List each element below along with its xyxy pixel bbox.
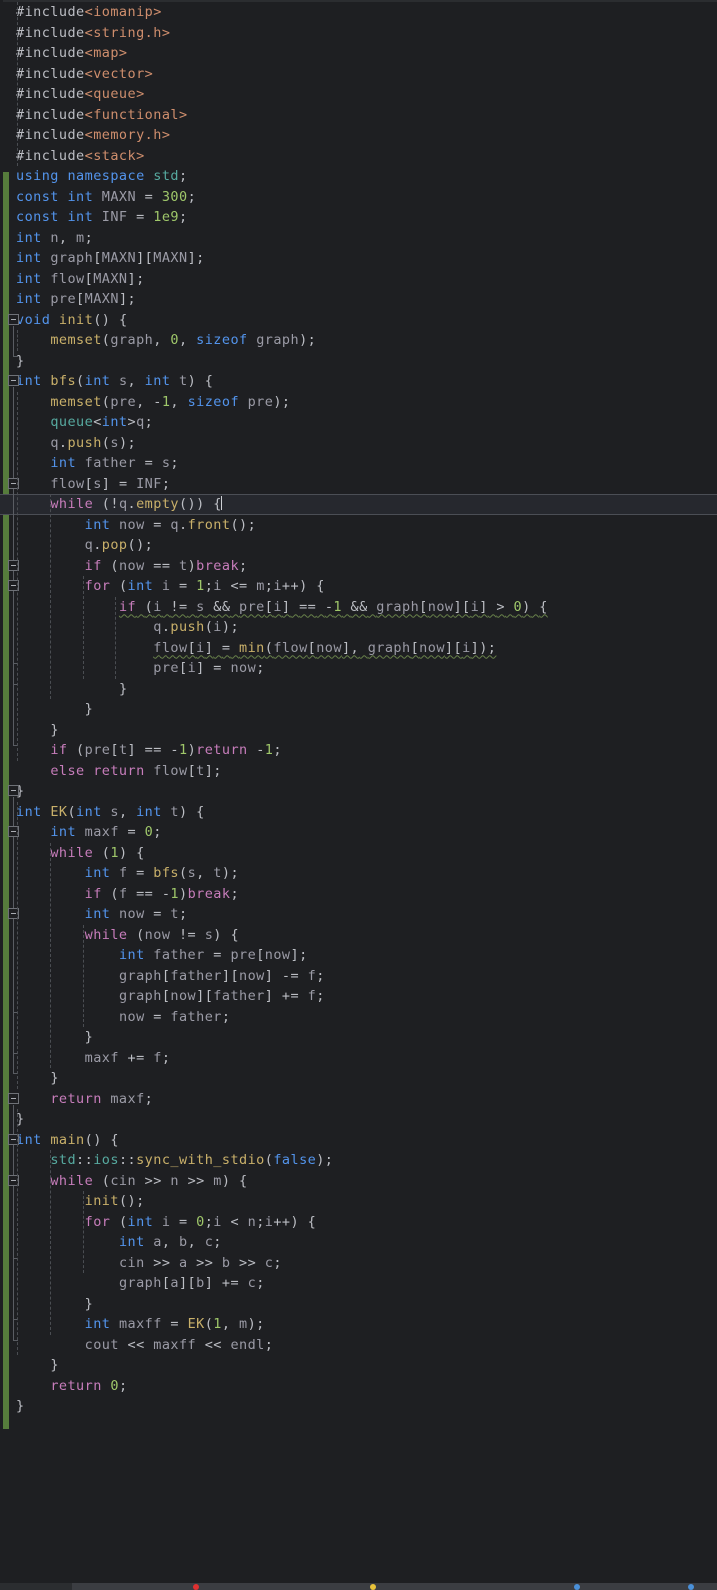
code-line[interactable]: #include<memory.h> bbox=[0, 125, 717, 146]
code-line[interactable]: return 0; bbox=[0, 1376, 717, 1397]
folder-icon[interactable] bbox=[370, 1584, 376, 1590]
taskbar-start-area[interactable] bbox=[0, 1583, 72, 1590]
code-line[interactable]: maxf += f; bbox=[0, 1048, 717, 1069]
code-line[interactable]: for (int i = 0;i < n;i++) { bbox=[0, 1212, 717, 1233]
code-line[interactable]: int graph[MAXN][MAXN]; bbox=[0, 248, 717, 269]
code-line[interactable]: #include<functional> bbox=[0, 105, 717, 126]
code-line[interactable]: int pre[MAXN]; bbox=[0, 289, 717, 310]
code-line[interactable]: #include<string.h> bbox=[0, 23, 717, 44]
code-line[interactable]: #include<map> bbox=[0, 43, 717, 64]
text-caret bbox=[220, 496, 222, 510]
code-line[interactable]: return maxf; bbox=[0, 1089, 717, 1110]
system-taskbar[interactable] bbox=[0, 1583, 717, 1590]
code-text-area[interactable]: #include<iomanip> #include<string.h> #incl… bbox=[0, 2, 717, 1585]
code-line[interactable]: } bbox=[0, 1396, 717, 1417]
code-line[interactable]: int f = bfs(s, t); bbox=[0, 863, 717, 884]
app-icon-2[interactable] bbox=[688, 1584, 694, 1590]
code-line[interactable]: #include<queue> bbox=[0, 84, 717, 105]
code-line[interactable]: } bbox=[0, 1355, 717, 1376]
code-line[interactable]: int father = s; bbox=[0, 453, 717, 474]
code-line[interactable]: q.push(i); bbox=[0, 617, 717, 638]
code-line[interactable]: int maxf = 0; bbox=[0, 822, 717, 843]
code-line[interactable]: } bbox=[0, 1294, 717, 1315]
code-line[interactable]: q.pop(); bbox=[0, 535, 717, 556]
code-line[interactable]: while (now != s) { bbox=[0, 925, 717, 946]
code-line[interactable]: #include<stack> bbox=[0, 146, 717, 167]
code-line[interactable]: else return flow[t]; bbox=[0, 761, 717, 782]
code-line[interactable]: } bbox=[0, 1068, 717, 1089]
code-line[interactable]: while (1) { bbox=[0, 843, 717, 864]
code-line[interactable]: int bfs(int s, int t) { bbox=[0, 371, 717, 392]
code-line[interactable]: int EK(int s, int t) { bbox=[0, 802, 717, 823]
code-line[interactable]: if (pre[t] == -1)return -1; bbox=[0, 740, 717, 761]
code-line[interactable]: int maxff = EK(1, m); bbox=[0, 1314, 717, 1335]
code-editor[interactable]: #include<iomanip> #include<string.h> #incl… bbox=[0, 0, 717, 1585]
code-line[interactable]: } bbox=[0, 679, 717, 700]
code-line[interactable]: cout << maxff << endl; bbox=[0, 1335, 717, 1356]
code-line[interactable]: init(); bbox=[0, 1191, 717, 1212]
code-line[interactable]: const int MAXN = 300; bbox=[0, 187, 717, 208]
code-line[interactable]: #include<iomanip> bbox=[0, 2, 717, 23]
app-icon-1[interactable] bbox=[574, 1584, 580, 1590]
record-icon[interactable] bbox=[193, 1584, 199, 1590]
code-line[interactable]: int n, m; bbox=[0, 228, 717, 249]
code-line[interactable]: pre[i] = now; bbox=[0, 658, 717, 679]
code-line[interactable]: } bbox=[0, 351, 717, 372]
code-line[interactable]: flow[s] = INF; bbox=[0, 474, 717, 495]
code-line[interactable]: int flow[MAXN]; bbox=[0, 269, 717, 290]
code-line[interactable]: while (cin >> n >> m) { bbox=[0, 1171, 717, 1192]
code-line[interactable]: queue<int>q; bbox=[0, 412, 717, 433]
code-line[interactable]: memset(graph, 0, sizeof graph); bbox=[0, 330, 717, 351]
code-line[interactable]: int main() { bbox=[0, 1130, 717, 1151]
current-code-line[interactable]: while (!q.empty()) { bbox=[0, 494, 717, 515]
code-line[interactable]: int a, b, c; bbox=[0, 1232, 717, 1253]
code-line[interactable]: for (int i = 1;i <= m;i++) { bbox=[0, 576, 717, 597]
code-line[interactable]: graph[a][b] += c; bbox=[0, 1273, 717, 1294]
code-line[interactable]: #include<vector> bbox=[0, 64, 717, 85]
code-line[interactable]: } bbox=[0, 1109, 717, 1130]
code-line[interactable]: void init() { bbox=[0, 310, 717, 331]
code-line[interactable]: flow[i] = min(flow[now], graph[now][i]); bbox=[0, 638, 717, 659]
code-line[interactable]: if (f == -1)break; bbox=[0, 884, 717, 905]
code-line[interactable]: if (now == t)break; bbox=[0, 556, 717, 577]
code-line[interactable]: } bbox=[0, 699, 717, 720]
code-line[interactable]: const int INF = 1e9; bbox=[0, 207, 717, 228]
code-line[interactable]: now = father; bbox=[0, 1007, 717, 1028]
code-line[interactable]: graph[father][now] -= f; bbox=[0, 966, 717, 987]
code-line[interactable]: int now = t; bbox=[0, 904, 717, 925]
code-line[interactable]: int now = q.front(); bbox=[0, 515, 717, 536]
code-line[interactable]: using namespace std; bbox=[0, 166, 717, 187]
code-line[interactable]: cin >> a >> b >> c; bbox=[0, 1253, 717, 1274]
code-line[interactable]: if (i != s && pre[i] == -1 && graph[now]… bbox=[0, 597, 717, 618]
code-line[interactable]: int father = pre[now]; bbox=[0, 945, 717, 966]
code-line[interactable]: } bbox=[0, 781, 717, 802]
code-line[interactable]: std::ios::sync_with_stdio(false); bbox=[0, 1150, 717, 1171]
code-line[interactable]: graph[now][father] += f; bbox=[0, 986, 717, 1007]
code-line[interactable]: q.push(s); bbox=[0, 433, 717, 454]
code-line[interactable]: } bbox=[0, 720, 717, 741]
code-line[interactable]: } bbox=[0, 1027, 717, 1048]
code-line[interactable]: memset(pre, -1, sizeof pre); bbox=[0, 392, 717, 413]
